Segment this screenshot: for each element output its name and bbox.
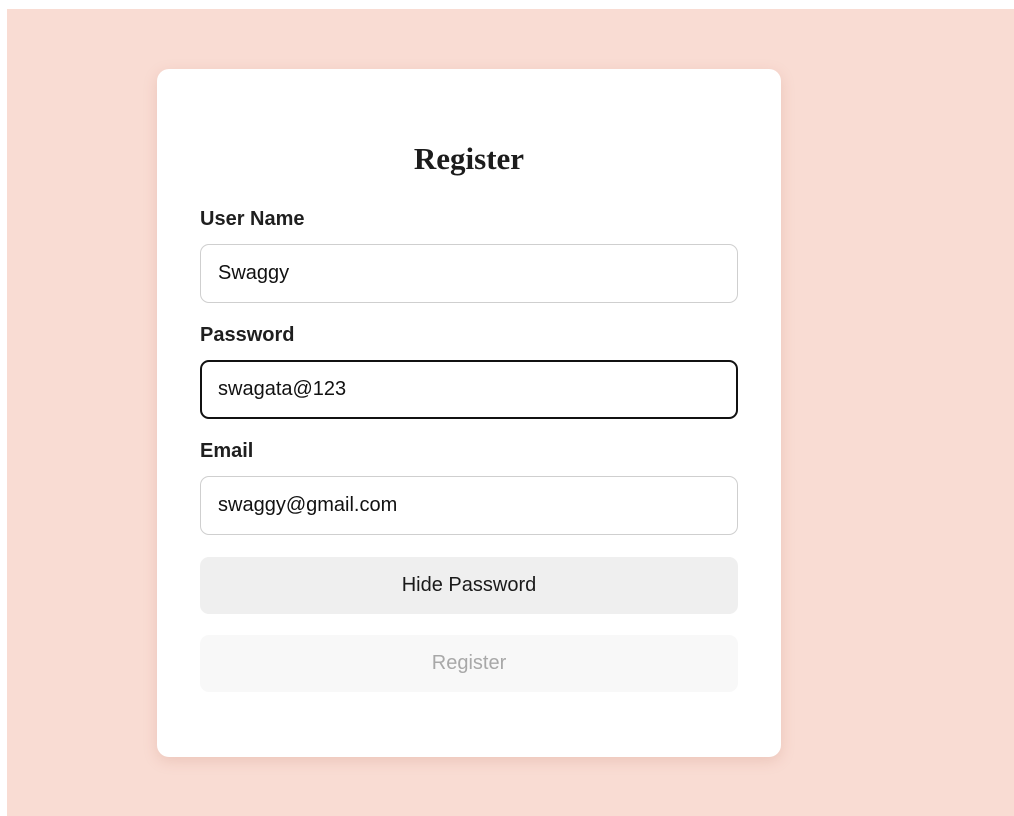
- register-card: Register User Name Password Email Hide P…: [157, 69, 781, 757]
- page-background: Register User Name Password Email Hide P…: [7, 9, 1014, 816]
- username-input[interactable]: [200, 244, 738, 303]
- hide-password-button[interactable]: Hide Password: [200, 557, 738, 614]
- email-input[interactable]: [200, 476, 738, 535]
- email-label: Email: [200, 440, 254, 462]
- password-input[interactable]: [200, 360, 738, 419]
- form-title: Register: [413, 141, 525, 176]
- username-label: User Name: [200, 208, 305, 230]
- password-label: Password: [200, 324, 295, 346]
- register-button[interactable]: Register: [200, 635, 738, 692]
